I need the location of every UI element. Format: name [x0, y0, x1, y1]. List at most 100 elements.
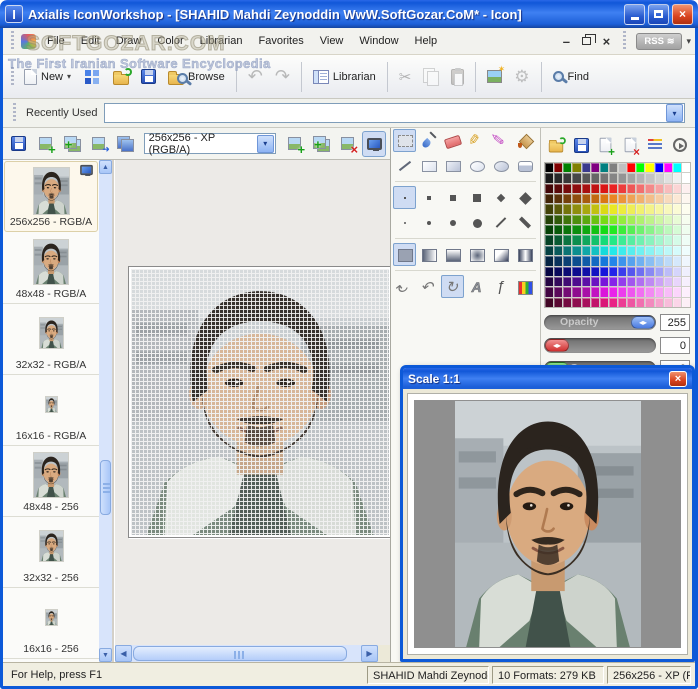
palette-color-swatch[interactable] [618, 183, 627, 194]
mdi-restore-button[interactable] [579, 34, 596, 48]
palette-color-swatch[interactable] [618, 266, 627, 276]
scroll-left-button[interactable]: ◀ [115, 645, 132, 662]
palette-color-swatch[interactable] [608, 256, 617, 266]
palette-color-swatch[interactable] [672, 183, 681, 194]
eraser-tool[interactable] [441, 129, 464, 152]
pixelated-icon-image[interactable] [131, 269, 389, 535]
palette-color-swatch[interactable] [554, 256, 563, 266]
palette-color-swatch[interactable] [608, 214, 617, 225]
palette-color-swatch[interactable] [663, 194, 672, 204]
palette-color-swatch[interactable] [545, 163, 554, 173]
palette-color-swatch[interactable] [545, 287, 554, 297]
scrollbar-track[interactable] [132, 645, 361, 662]
palette-color-swatch[interactable] [545, 214, 554, 225]
slash-thick-tool[interactable] [513, 211, 536, 234]
add-image-formats-button[interactable] [60, 131, 84, 157]
palette-color-swatch[interactable] [672, 297, 681, 307]
palette-color-swatch[interactable] [654, 266, 663, 276]
rotate-right-tool[interactable] [441, 275, 464, 298]
palette-color-swatch[interactable] [545, 235, 554, 245]
palette-color-swatch[interactable] [627, 297, 636, 307]
palette-color-swatch[interactable] [654, 173, 663, 183]
palette-color-swatch[interactable] [681, 276, 690, 287]
palette-color-swatch[interactable] [645, 225, 654, 235]
palette-color-swatch[interactable] [618, 256, 627, 266]
palette-color-swatch[interactable] [663, 297, 672, 307]
palette-color-swatch[interactable] [654, 163, 663, 173]
palette-color-swatch[interactable] [563, 297, 572, 307]
brush-size-2-tool[interactable] [417, 186, 440, 209]
ellipse-tool[interactable] [465, 154, 488, 177]
format-item-16x16-rgb-a[interactable]: 16x16 - RGB/A [3, 375, 99, 446]
diamond-large-tool[interactable] [513, 186, 536, 209]
save-icon-button[interactable] [7, 131, 31, 157]
scale-title-bar[interactable]: Scale 1:1 × [403, 368, 692, 389]
copy-button[interactable] [417, 64, 445, 89]
palette-color-swatch[interactable] [636, 163, 645, 173]
palette-color-swatch[interactable] [581, 214, 590, 225]
palette-color-swatch[interactable] [636, 225, 645, 235]
fill-solid-tool[interactable] [393, 243, 416, 266]
gradient-corner-tool[interactable] [489, 243, 512, 266]
palette-color-swatch[interactable] [599, 276, 608, 287]
palette-color-swatch[interactable] [563, 235, 572, 245]
palette-color-swatch[interactable] [618, 276, 627, 287]
palette-color-swatch[interactable] [663, 266, 672, 276]
palette-color-swatch[interactable] [608, 276, 617, 287]
palette-color-swatch[interactable] [590, 204, 599, 214]
palette-color-swatch[interactable] [590, 245, 599, 256]
palette-color-swatch[interactable] [599, 297, 608, 307]
palette-color-swatch[interactable] [654, 297, 663, 307]
scale-window[interactable]: Scale 1:1 × [400, 365, 695, 662]
combobox-dropdown-button[interactable]: ▾ [666, 104, 683, 122]
palette-color-swatch[interactable] [654, 225, 663, 235]
palette-color-swatch[interactable] [545, 225, 554, 235]
red-value[interactable]: 0 [660, 337, 690, 354]
palette-color-swatch[interactable] [554, 297, 563, 307]
palette-color-swatch[interactable] [645, 183, 654, 194]
palette-color-swatch[interactable] [672, 235, 681, 245]
palette-color-swatch[interactable] [590, 183, 599, 194]
palette-color-swatch[interactable] [608, 266, 617, 276]
palette-color-swatch[interactable] [654, 245, 663, 256]
palette-color-swatch[interactable] [636, 173, 645, 183]
menu-item-help[interactable]: Help [407, 32, 446, 50]
palette-color-swatch[interactable] [581, 276, 590, 287]
palette-color-swatch[interactable] [618, 173, 627, 183]
palette-color-swatch[interactable] [581, 256, 590, 266]
new-palette-button[interactable] [595, 134, 616, 158]
redo-button[interactable] [269, 62, 296, 91]
palette-color-swatch[interactable] [627, 287, 636, 297]
palette-color-swatch[interactable] [645, 214, 654, 225]
palette-color-swatch[interactable] [636, 245, 645, 256]
palette-color-swatch[interactable] [618, 194, 627, 204]
text-tool[interactable] [465, 275, 488, 298]
paste-button[interactable] [445, 65, 470, 89]
palette-color-swatch[interactable] [581, 235, 590, 245]
copy-format-button[interactable] [113, 131, 137, 157]
palette-color-swatch[interactable] [672, 266, 681, 276]
palette-color-swatch[interactable] [554, 225, 563, 235]
palette-color-swatch[interactable] [563, 225, 572, 235]
palette-color-swatch[interactable] [545, 276, 554, 287]
gradient-radial-tool[interactable] [465, 243, 488, 266]
palette-color-swatch[interactable] [554, 287, 563, 297]
menu-item-draw[interactable]: Draw [108, 32, 150, 50]
palette-color-swatch[interactable] [636, 214, 645, 225]
palette-color-swatch[interactable] [590, 225, 599, 235]
save-palette-button[interactable] [571, 134, 592, 157]
maximize-button[interactable] [648, 3, 669, 25]
delete-palette-button[interactable] [620, 134, 641, 158]
palette-color-swatch[interactable] [572, 183, 581, 194]
palette-color-swatch[interactable] [672, 163, 681, 173]
palette-color-swatch[interactable] [545, 183, 554, 194]
menu-item-edit[interactable]: Edit [73, 32, 108, 50]
palette-color-swatch[interactable] [608, 204, 617, 214]
recently-used-combobox[interactable]: ▾ [103, 103, 685, 123]
palette-color-swatch[interactable] [554, 173, 563, 183]
palette-color-swatch[interactable] [572, 297, 581, 307]
palette-color-swatch[interactable] [599, 204, 608, 214]
palette-color-swatch[interactable] [599, 214, 608, 225]
palette-color-swatch[interactable] [554, 183, 563, 194]
palette-color-swatch[interactable] [681, 266, 690, 276]
